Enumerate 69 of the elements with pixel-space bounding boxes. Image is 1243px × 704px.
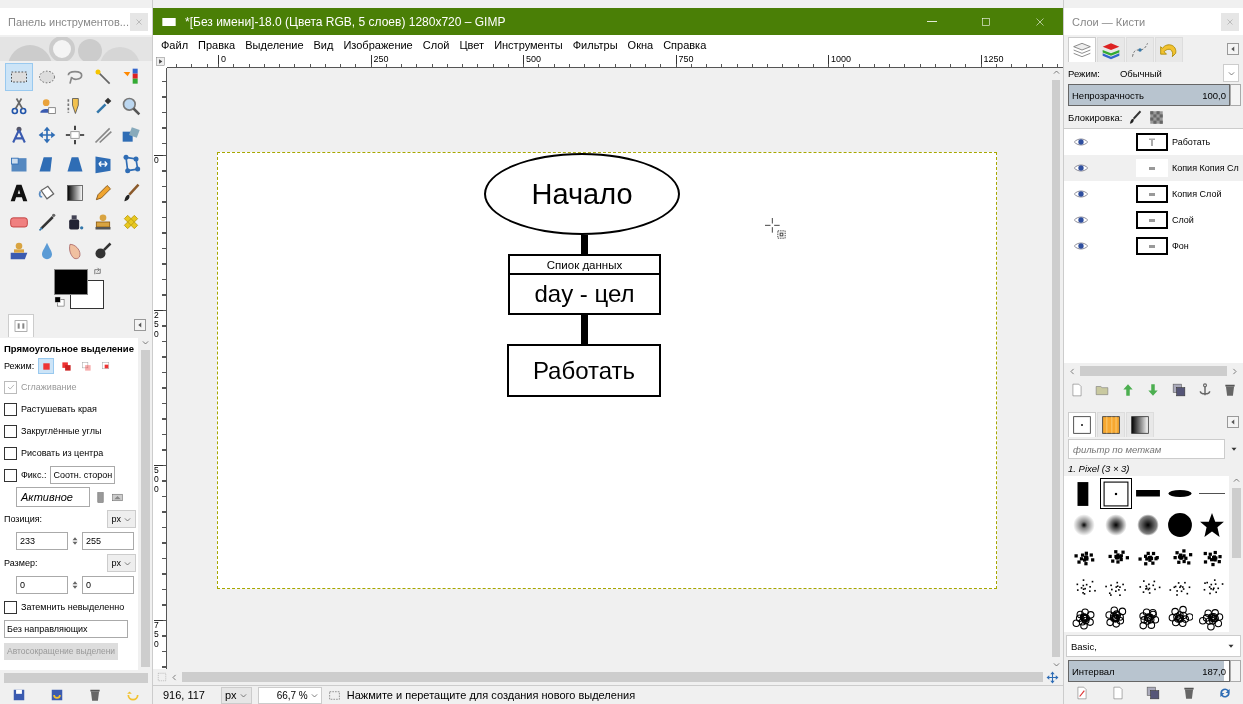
options-title: Прямоугольное выделение — [4, 341, 135, 356]
tag-dropdown[interactable]: Basic, — [1066, 635, 1241, 657]
layer-row[interactable]: Слой — [1064, 207, 1243, 233]
panel-title: Панель инструментов... — [8, 15, 129, 28]
mode-value: Обычный — [1119, 67, 1162, 79]
opacity-slider[interactable]: Непрозрачность 100,0 — [1068, 84, 1230, 106]
checkbox-label: Затемнить невыделенно — [21, 602, 125, 612]
fixed-label: Фикс.: — [21, 470, 47, 480]
ruler-label: 750 — [675, 55, 694, 64]
layer-name: Фон — [1172, 241, 1189, 251]
lock-label: Блокировка: — [1068, 111, 1123, 123]
position-x-field[interactable]: 233 — [16, 532, 68, 550]
ruler-label: 500 — [523, 55, 542, 64]
layer-row[interactable]: Фон — [1064, 233, 1243, 259]
ruler-label: 750 — [154, 620, 163, 650]
mode-label: Режим: — [4, 361, 35, 371]
menu-item[interactable]: Правка — [198, 39, 236, 51]
checkbox-label: Закруглённые углы — [21, 426, 102, 436]
unit-dropdown[interactable]: px — [107, 510, 136, 528]
ruler-label: 250 — [154, 310, 163, 340]
layer-row[interactable]: Копия Копия Сл — [1064, 155, 1243, 181]
layer-row[interactable]: Копия Слой — [1064, 181, 1243, 207]
size-label: Размер: — [4, 558, 38, 568]
menu-item[interactable]: Фильтры — [572, 39, 618, 51]
ruler-label: 1000 — [828, 55, 852, 64]
status-message: Нажмите и перетащите для создания нового выделения — [346, 689, 636, 701]
start-ellipse: Начало — [484, 153, 680, 235]
block-header: Спиок данных — [510, 256, 659, 275]
size-x-field[interactable]: 0 — [16, 576, 68, 594]
window-title: *[Без имени]-18.0 (Цвета RGB, 5 слоев) 1280x720 – GIMP — [185, 14, 507, 29]
ruler-label: 0 — [218, 55, 226, 64]
ruler-label: 500 — [154, 465, 163, 495]
unit-dropdown[interactable]: px — [107, 554, 136, 572]
spacing-slider[interactable]: Интервал 187,0 — [1068, 660, 1230, 682]
mode-label: Режим: — [1068, 67, 1100, 79]
unit-dropdown[interactable]: px — [221, 686, 252, 704]
position-label: Позиция: — [4, 514, 43, 524]
checkbox-label: Растушевать края — [21, 404, 97, 414]
ruler-label: 0 — [154, 155, 163, 166]
aspect-field[interactable]: Активное — [16, 487, 90, 507]
checkbox-label: Рисовать из центра — [21, 448, 104, 458]
guides-dropdown[interactable]: Без направляющих — [4, 620, 128, 638]
layer-name: Копия Слой — [1172, 189, 1222, 199]
menu-item[interactable]: Окна — [627, 39, 654, 51]
fixed-dropdown[interactable]: Соотн. сторон — [50, 466, 116, 484]
block-text: day - цел — [533, 279, 636, 309]
layer-row[interactable]: Работать — [1064, 129, 1243, 155]
menu-item[interactable]: Файл — [161, 39, 189, 51]
menu-item[interactable]: Изображение — [343, 39, 413, 51]
process-block: Работать — [507, 344, 661, 397]
tag-filter-field[interactable]: фильтр по меткам — [1068, 439, 1225, 459]
layer-name: Копия Копия Сл — [1172, 163, 1239, 173]
menu-item[interactable]: Цвет — [459, 39, 485, 51]
menu-item[interactable]: Инструменты — [494, 39, 563, 51]
layer-name: Слой — [1172, 215, 1194, 225]
zoom-dropdown[interactable]: 66,7 % — [257, 686, 322, 704]
ruler-label: 250 — [370, 55, 389, 64]
brush-name: 1. Pixel (3 × 3) — [1067, 462, 1131, 476]
position-y-field[interactable]: 255 — [82, 532, 134, 550]
menu-item[interactable]: Выделение — [245, 39, 304, 51]
menu-item[interactable]: Справка — [663, 39, 707, 51]
panel-title: Слои — Кисти — [1072, 15, 1146, 28]
ruler-label: 1250 — [980, 55, 1004, 64]
pointer-coordinates: 916, 117 — [162, 689, 206, 701]
checkbox-label: Сглаживание — [21, 382, 77, 392]
size-y-field[interactable]: 0 — [82, 576, 134, 594]
layer-name: Работать — [1172, 137, 1211, 147]
menu-item[interactable]: Слой — [422, 39, 450, 51]
menu-item[interactable]: Вид — [313, 39, 334, 51]
